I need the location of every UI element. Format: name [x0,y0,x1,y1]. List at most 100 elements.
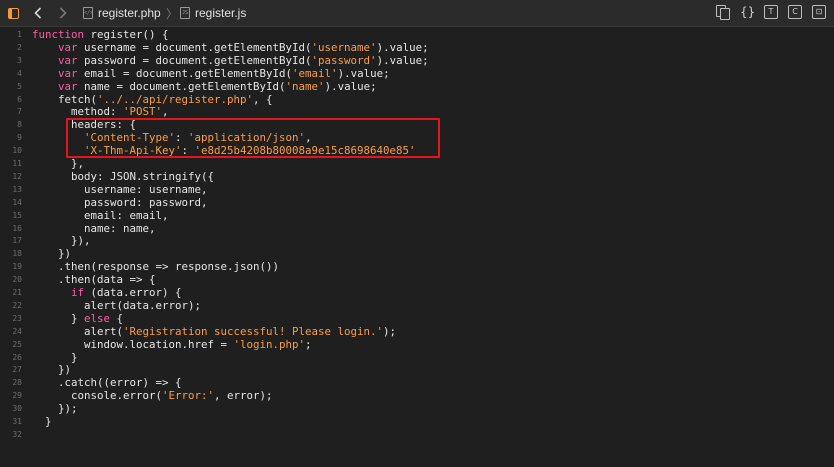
line-number: 12 [12,171,22,181]
line-source: var name = document.getElementById('name… [32,80,377,93]
line-source: username: username, [32,183,208,196]
code-token: alert( [32,324,124,338]
code-token: register() { [84,28,169,41]
code-token: password: password, [32,195,208,209]
code-icon[interactable]: ⊡ [812,5,826,19]
toolbar-right-tools: {} T C ⊡ [716,5,826,20]
code-line: 31 } [0,415,834,428]
line-number: 3 [17,55,22,65]
code-token: (data.error) { [84,286,182,299]
text-icon[interactable]: T [764,5,778,19]
code-line: 16 name: name, [0,222,834,235]
comment-icon[interactable]: C [788,5,802,19]
code-editor-window: </> register.php 〉 JS register.js {} T C… [0,0,834,467]
keyword-token: var [58,53,78,67]
line-source: }, [32,157,84,170]
chevron-right-icon[interactable] [55,4,71,22]
code-line: 3 var password = document.getElementById… [0,54,834,67]
code-token: } [32,415,52,428]
line-source: .then(data => { [32,273,156,286]
code-token: }) [32,363,72,377]
line-number: 31 [12,417,22,426]
line-number: 30 [12,404,22,414]
code-line: 27 }) [0,363,834,376]
line-number: 21 [12,288,22,297]
line-source: var email = document.getElementById('ema… [32,67,390,80]
line-number: 5 [17,81,22,91]
code-token: }); [32,402,78,416]
code-token: method: [32,105,124,119]
keyword-token: function [32,28,85,41]
code-line: 32 [0,428,834,441]
string-token: 'login.php' [233,337,306,351]
code-line: 5 var name = document.getElementById('na… [0,80,834,93]
line-number: 16 [12,223,22,233]
code-line: 4 var email = document.getElementById('e… [0,67,834,80]
line-source: if (data.error) { [32,286,182,299]
line-number: 32 [12,429,22,439]
code-line: 28 .catch((error) => { [0,376,834,389]
line-number: 19 [12,262,22,272]
line-number: 14 [12,197,22,207]
line-source: var password = document.getElementById('… [32,54,429,67]
code-token: username = document.getElementById( [77,40,312,54]
line-source: body: JSON.stringify({ [32,170,214,183]
code-line: 1 function register() { [0,28,834,41]
breadcrumb-register-js[interactable]: JS register.js [180,5,246,21]
code-token: }) [32,247,72,261]
line-number: 1 [17,30,22,39]
line-number: 13 [12,184,22,194]
php-file-icon: </> [83,7,93,19]
line-number: 18 [12,249,22,259]
line-number: 15 [12,210,22,220]
code-token: password = document.getElementById( [77,53,312,67]
keyword-token: if [71,286,85,299]
keyword-token: var [58,79,78,93]
code-token: email: email, [32,208,169,222]
keyword-token: var [58,40,78,54]
line-source: }) [32,247,71,260]
breadcrumb-separator: 〉 [166,7,179,21]
code-line: 30 }); [0,402,834,415]
code-line: 21 if (data.error) { [0,286,834,299]
code-line: 19 .then(response => response.json()) [0,260,834,273]
line-number: 11 [12,159,22,168]
code-line: 14 password: password, [0,196,834,209]
documents-icon[interactable] [716,5,730,20]
code-token: .then(response => response.json()) [32,260,280,274]
line-number: 17 [12,236,22,246]
code-token: }), [32,234,91,248]
line-number: 26 [12,352,22,362]
code-line: 6 fetch('../../api/register.php', { [0,93,834,106]
code-token: ; [305,337,312,351]
code-line: 2 var username = document.getElementById… [0,41,834,54]
line-source: name: name, [32,222,156,235]
code-token: alert(data.error); [32,298,202,312]
js-file-icon: JS [180,7,190,19]
sidebar-toggle-icon[interactable] [5,4,21,22]
code-editor[interactable]: 1 function register() {2 var username = d… [0,27,834,467]
code-token: .catch((error) => { [32,376,182,390]
code-token: email = document.getElementById( [77,66,293,80]
line-number: 22 [12,300,22,310]
code-line: 25 window.location.href = 'login.php'; [0,338,834,351]
code-token: }, [32,157,85,170]
code-token: ).value; [337,66,390,80]
chevron-left-icon[interactable] [30,4,46,22]
breadcrumb-register-php[interactable]: </> register.php [83,5,161,21]
braces-icon[interactable]: {} [740,5,755,19]
line-number: 2 [17,42,22,52]
line-source: }), [32,234,91,247]
line-number: 25 [12,339,22,349]
code-token: { [110,311,124,325]
code-line: 12 body: JSON.stringify({ [0,170,834,183]
code-token: .then(data => { [32,273,156,287]
api-key-highlight-box [66,118,440,158]
string-token: 'name' [285,79,325,93]
code-line: 17 }), [0,234,834,247]
code-line: 23 } else { [0,312,834,325]
string-token: 'email' [292,66,338,80]
line-source: } else { [32,312,123,325]
line-source: .catch((error) => { [32,376,182,389]
